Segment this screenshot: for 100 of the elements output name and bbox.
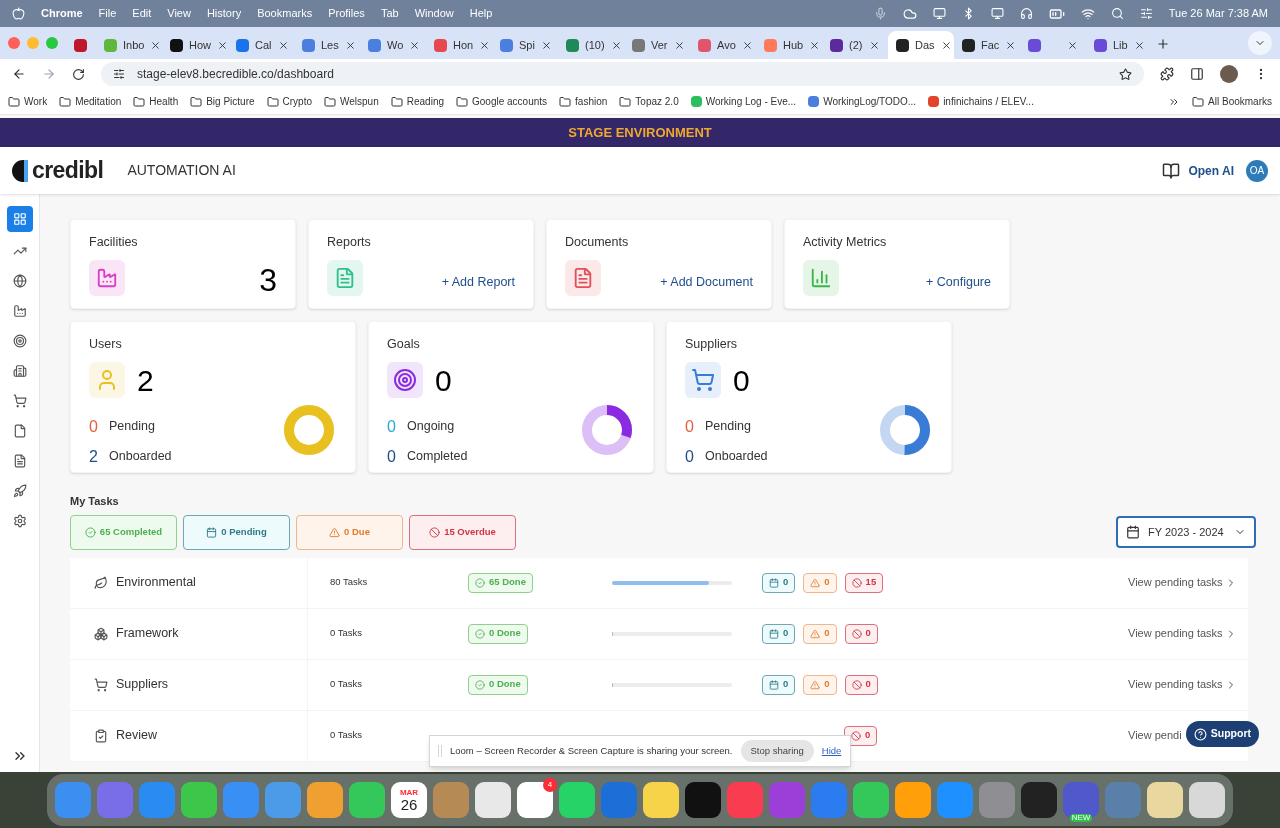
- add-link[interactable]: + Configure: [926, 273, 991, 292]
- cloud-icon[interactable]: [902, 6, 917, 21]
- browser-tab[interactable]: Les: [294, 31, 360, 59]
- bookmark[interactable]: Google accounts: [456, 94, 548, 109]
- menu-item[interactable]: Tab: [380, 5, 399, 22]
- bookmark[interactable]: WorkingLog/TODO...: [808, 94, 917, 109]
- app-icon[interactable]: [895, 782, 931, 818]
- app-icon[interactable]: [1147, 782, 1183, 818]
- close-icon[interactable]: [409, 39, 421, 51]
- bookmark[interactable]: infinichains / ELEV...: [928, 94, 1034, 109]
- new-tab-icon[interactable]: [1156, 37, 1170, 51]
- close-window-button[interactable]: [8, 37, 20, 49]
- view-pending-link[interactable]: View pendi: [1128, 727, 1182, 744]
- close-icon[interactable]: [540, 39, 552, 51]
- browser-tab[interactable]: Spi: [492, 31, 558, 59]
- menu-item[interactable]: File: [98, 5, 117, 22]
- stop-sharing-button[interactable]: Stop sharing: [740, 740, 814, 762]
- bookmark[interactable]: Work: [8, 94, 48, 109]
- control-center-icon[interactable]: [1139, 7, 1153, 20]
- browser-tab[interactable]: Hon: [426, 31, 492, 59]
- microphone-icon[interactable]: [873, 7, 887, 20]
- menu-item[interactable]: Window: [414, 5, 454, 22]
- app-icon[interactable]: [643, 782, 679, 818]
- close-icon[interactable]: [741, 39, 753, 51]
- close-icon[interactable]: [217, 39, 228, 51]
- bookmark[interactable]: Health: [133, 94, 179, 109]
- close-icon[interactable]: [673, 39, 685, 51]
- close-icon[interactable]: [1005, 39, 1017, 51]
- menu-item[interactable]: Edit: [132, 5, 152, 22]
- display-icon[interactable]: [932, 7, 946, 20]
- book-icon[interactable]: [1162, 161, 1181, 180]
- close-icon[interactable]: [1067, 39, 1078, 51]
- app-icon[interactable]: [475, 782, 511, 818]
- app-icon[interactable]: [853, 782, 889, 818]
- back-icon[interactable]: [12, 67, 26, 81]
- bookmark[interactable]: Meditation: [59, 94, 122, 109]
- tab-list-button[interactable]: [1248, 31, 1272, 55]
- app-icon[interactable]: [1189, 782, 1225, 818]
- browser-tab[interactable]: Fac: [954, 31, 1020, 59]
- calendar-app-icon[interactable]: MAR 26: [391, 782, 427, 818]
- view-pending-link[interactable]: View pending tasks: [1128, 676, 1237, 693]
- filter-button[interactable]: 0 Pending: [183, 514, 290, 550]
- app-icon[interactable]: [1021, 782, 1057, 818]
- bookmark[interactable]: Topaz 2.0: [619, 94, 679, 109]
- menu-item[interactable]: Profiles: [328, 5, 365, 22]
- profile-avatar[interactable]: [1220, 65, 1238, 83]
- reload-icon[interactable]: [72, 67, 85, 81]
- forward-icon[interactable]: [42, 67, 56, 81]
- browser-tab[interactable]: How: [162, 31, 228, 59]
- bookmark[interactable]: All Bookmarks: [1192, 94, 1272, 109]
- period-dropdown[interactable]: FY 2023 - 2024: [1116, 516, 1256, 548]
- apple-icon[interactable]: [12, 7, 25, 20]
- filter-button[interactable]: 15 Overdue: [409, 514, 516, 550]
- user-avatar[interactable]: OA: [1246, 159, 1268, 182]
- bookmark[interactable]: Big Picture: [190, 94, 255, 109]
- add-link[interactable]: + Add Document: [660, 273, 753, 292]
- sidebar-item[interactable]: [6, 206, 33, 232]
- app-icon[interactable]: [685, 782, 721, 818]
- app-icon[interactable]: [307, 782, 343, 818]
- close-icon[interactable]: [1133, 39, 1145, 51]
- wifi-icon[interactable]: [1080, 6, 1095, 21]
- close-icon[interactable]: [809, 39, 821, 51]
- menu-item[interactable]: Help: [469, 5, 493, 22]
- menu-item[interactable]: View: [167, 5, 191, 22]
- star-icon[interactable]: [1119, 67, 1132, 81]
- support-button[interactable]: Support: [1185, 721, 1259, 747]
- menu-item[interactable]: Chrome: [41, 5, 83, 22]
- bookmark[interactable]: Reading: [390, 94, 444, 109]
- extensions-icon[interactable]: [1160, 67, 1174, 81]
- side-panel-icon[interactable]: [1190, 67, 1204, 81]
- browser-tab[interactable]: (10): [558, 31, 624, 59]
- app-icon[interactable]: [559, 782, 595, 818]
- app-icon[interactable]: [181, 782, 217, 818]
- browser-tab[interactable]: Lib: [1086, 31, 1152, 59]
- browser-tab[interactable]: Ver: [624, 31, 690, 59]
- screen-icon[interactable]: [990, 7, 1004, 20]
- hide-link[interactable]: Hide: [821, 743, 842, 759]
- browser-tab[interactable]: Wo: [360, 31, 426, 59]
- bookmark[interactable]: Welspun: [324, 94, 379, 109]
- view-pending-link[interactable]: View pending tasks: [1128, 574, 1237, 591]
- browser-tab[interactable]: Cal: [228, 31, 294, 59]
- account-link[interactable]: Open AI: [1188, 161, 1234, 180]
- browser-tab[interactable]: (2): [822, 31, 888, 59]
- menu-item[interactable]: History: [206, 5, 242, 22]
- bookmark[interactable]: Crypto: [266, 94, 312, 109]
- bookmark[interactable]: Working Log - Eve...: [690, 94, 797, 109]
- address-field[interactable]: stage-elev8.becredible.co/dashboard: [101, 62, 1144, 86]
- headphones-icon[interactable]: [1019, 7, 1033, 20]
- close-icon[interactable]: [869, 39, 880, 51]
- browser-tab[interactable]: Inbo: [96, 31, 162, 59]
- browser-tab[interactable]: Das: [888, 31, 954, 59]
- view-pending-link[interactable]: View pending tasks: [1128, 625, 1237, 642]
- close-icon[interactable]: [479, 39, 491, 51]
- add-link[interactable]: + Add Report: [441, 273, 515, 292]
- close-icon[interactable]: [344, 39, 356, 51]
- browser-tab[interactable]: Hub: [756, 31, 822, 59]
- close-icon[interactable]: [277, 39, 289, 51]
- search-icon[interactable]: [1110, 7, 1124, 20]
- close-icon[interactable]: [150, 39, 162, 51]
- browser-tab[interactable]: Avo: [690, 31, 756, 59]
